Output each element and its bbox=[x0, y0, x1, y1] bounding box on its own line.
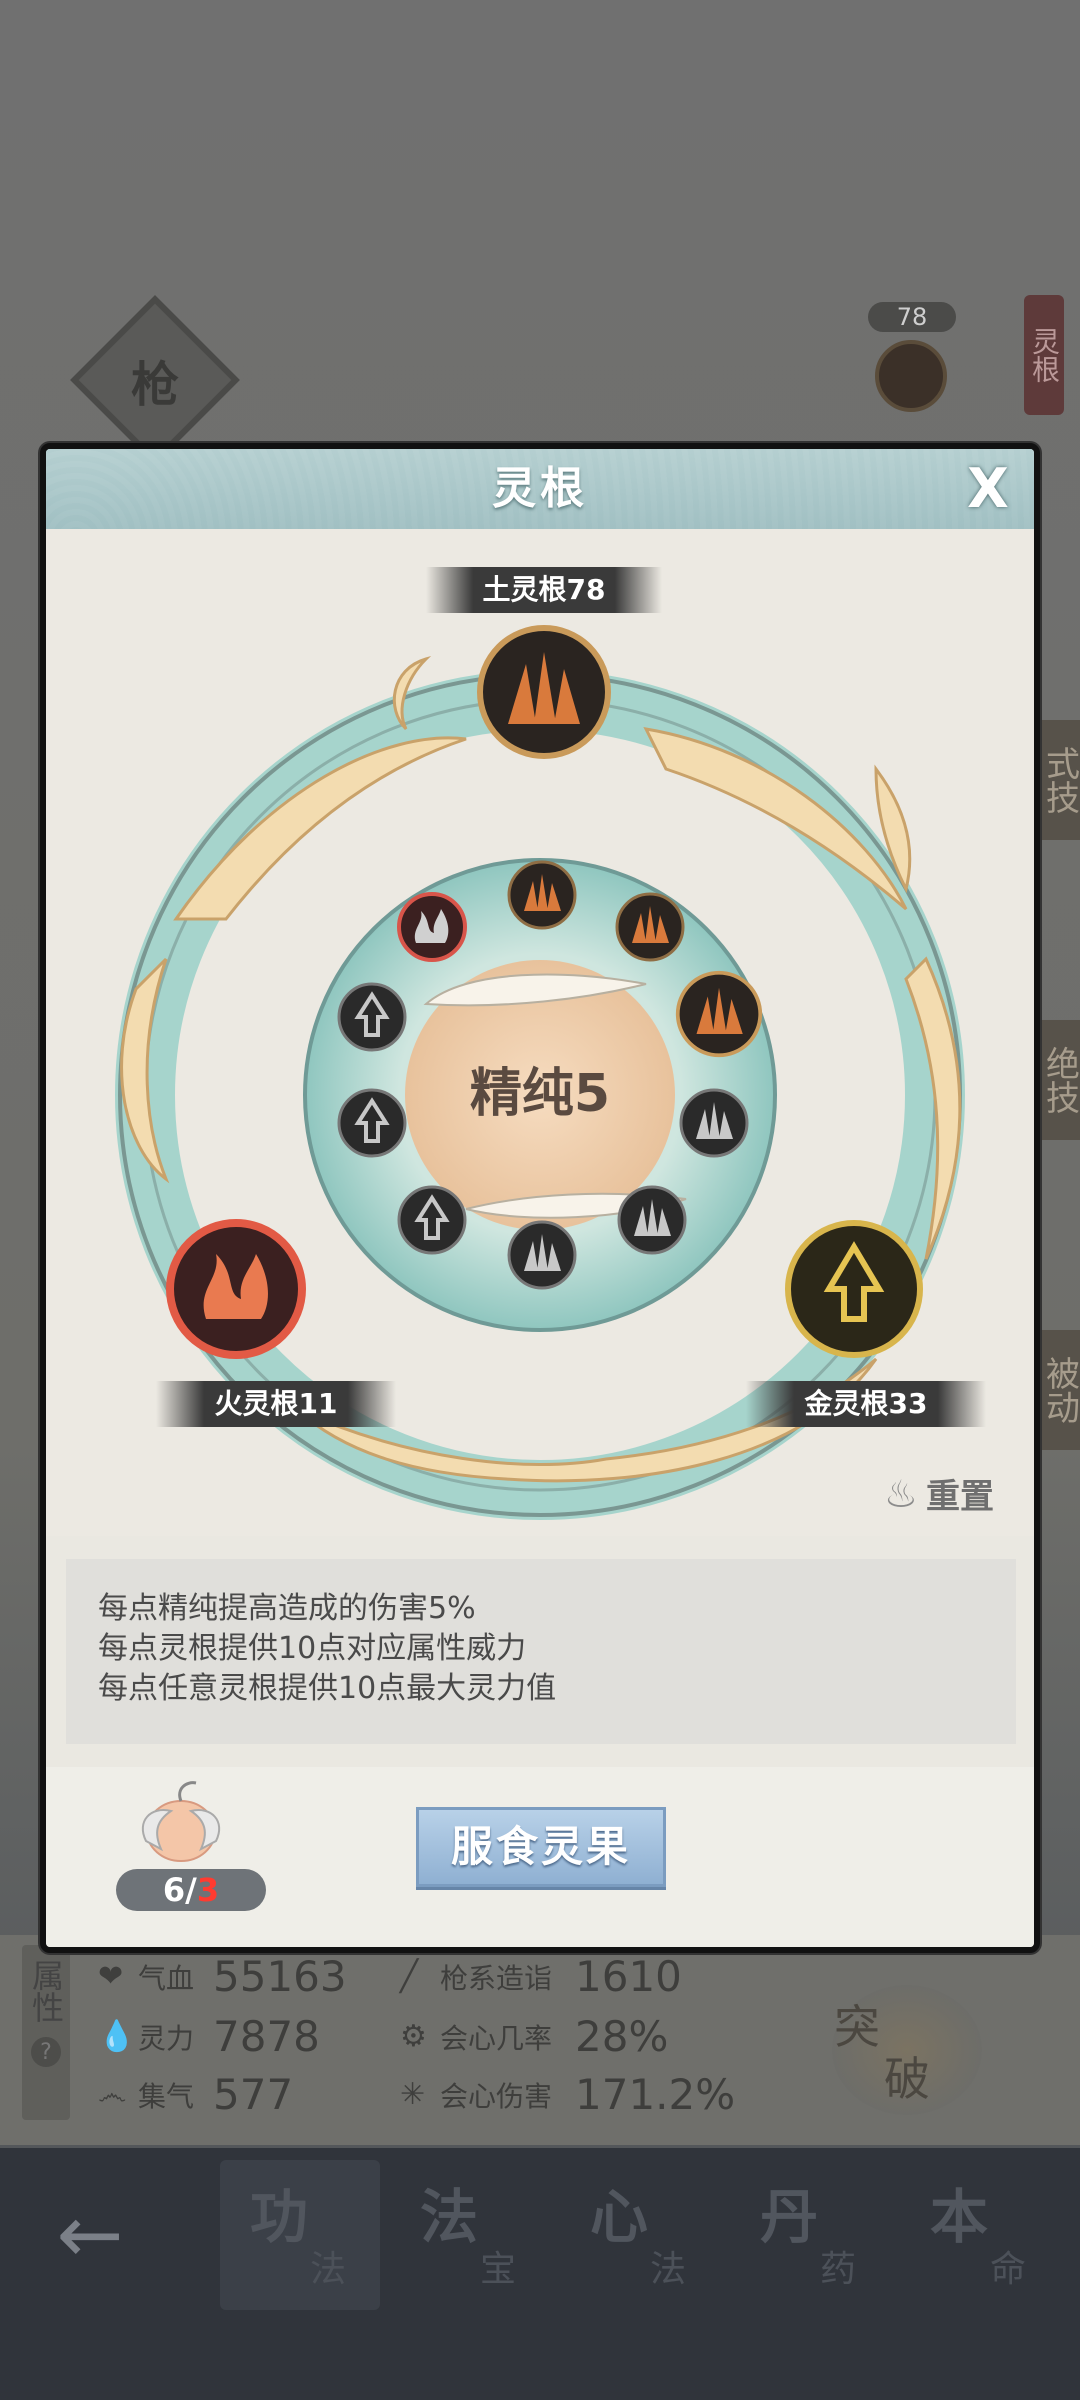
description-line: 每点灵根提供10点对应属性威力 bbox=[98, 1631, 527, 1666]
reset-flame-icon: ♨ bbox=[883, 1471, 918, 1516]
spear-icon: ╱ bbox=[400, 1959, 419, 1994]
eat-spirit-fruit-button[interactable]: 服食灵果 bbox=[416, 1807, 666, 1887]
root-level-counter: 78 bbox=[868, 302, 956, 332]
description-box: 每点精纯提高造成的伤害5% 每点灵根提供10点对应属性威力 每点任意灵根提供10… bbox=[66, 1559, 1016, 1744]
metal-slot-icon[interactable] bbox=[396, 1184, 468, 1256]
side-tab-ultimate[interactable]: 绝技 bbox=[1040, 1020, 1080, 1140]
earth-slot-icon[interactable] bbox=[506, 859, 578, 931]
description-line: 每点精纯提高造成的伤害5% bbox=[98, 1591, 476, 1626]
metal-slot-icon[interactable] bbox=[336, 981, 408, 1053]
crit-rate-icon: ⚙ bbox=[400, 2019, 427, 2054]
stat-spear-mastery: ╱ 枪系造诣 1610 bbox=[400, 1952, 682, 2001]
nav-tab-benming[interactable]: 本命 bbox=[900, 2160, 1060, 2310]
help-icon[interactable]: ? bbox=[31, 2037, 61, 2067]
description-line: 每点任意灵根提供10点最大灵力值 bbox=[98, 1671, 557, 1706]
breakthrough-button[interactable]: 突 破 bbox=[832, 1985, 982, 2115]
heart-icon: ❤ bbox=[98, 1959, 124, 1994]
close-icon[interactable]: X bbox=[960, 461, 1016, 517]
nav-tab-xinfa[interactable]: 心法 bbox=[560, 2160, 720, 2310]
spirit-root-modal: 灵根 X 土灵根78 火灵根11 金灵根33 精纯5 ♨ 重置 每点精纯提高造成… bbox=[40, 443, 1040, 1953]
back-arrow-icon[interactable]: ← bbox=[40, 2185, 140, 2285]
purity-value: 精纯5 bbox=[469, 1064, 611, 1124]
spirit-fruit-icon bbox=[141, 1781, 221, 1862]
earth-slot-empty-icon[interactable] bbox=[506, 1219, 578, 1291]
earth-slot-icon[interactable] bbox=[674, 969, 764, 1059]
spirit-root-ribbon[interactable]: 灵根 bbox=[1024, 295, 1064, 415]
drop-icon: 💧 bbox=[98, 2019, 136, 2054]
nav-tab-gongfa[interactable]: 功法 bbox=[220, 2160, 380, 2310]
stat-hp: ❤ 气血 55163 bbox=[98, 1952, 347, 2001]
stat-energy: ෴ 集气 577 bbox=[98, 2070, 294, 2119]
side-tab-passive[interactable]: 被动 bbox=[1040, 1330, 1080, 1450]
earth-slot-empty-icon[interactable] bbox=[616, 1184, 688, 1256]
modal-title: 灵根 bbox=[492, 463, 588, 514]
fire-slot-icon[interactable] bbox=[396, 891, 468, 963]
swirl-icon: ෴ bbox=[98, 2077, 127, 2112]
earth-root-label: 土灵根78 bbox=[426, 567, 662, 613]
metal-root-icon[interactable] bbox=[784, 1219, 924, 1359]
attributes-tab[interactable]: 属性 ? bbox=[22, 1945, 70, 2120]
burst-icon: ✳ bbox=[400, 2077, 426, 2112]
fire-root-label: 火灵根11 bbox=[156, 1381, 396, 1427]
earth-root-icon[interactable] bbox=[476, 624, 612, 760]
stat-crit-rate: ⚙ 会心几率 28% bbox=[400, 2012, 669, 2061]
earth-root-mini-icon bbox=[875, 340, 947, 412]
fruit-count: 6/3 bbox=[116, 1869, 266, 1911]
earth-slot-icon[interactable] bbox=[614, 891, 686, 963]
spirit-root-wheel: 土灵根78 火灵根11 金灵根33 精纯5 bbox=[46, 529, 1034, 1536]
nav-tab-danyao[interactable]: 丹药 bbox=[730, 2160, 890, 2310]
metal-root-label: 金灵根33 bbox=[746, 1381, 986, 1427]
reset-button[interactable]: ♨ 重置 bbox=[884, 1469, 994, 1518]
fire-root-icon[interactable] bbox=[166, 1219, 306, 1359]
nav-tab-fabao[interactable]: 法宝 bbox=[390, 2160, 550, 2310]
stat-crit-damage: ✳ 会心伤害 171.2% bbox=[400, 2070, 736, 2119]
stat-spirit-power: 💧 灵力 7878 bbox=[98, 2012, 320, 2061]
side-tab-form-skill[interactable]: 式技 bbox=[1040, 720, 1080, 840]
